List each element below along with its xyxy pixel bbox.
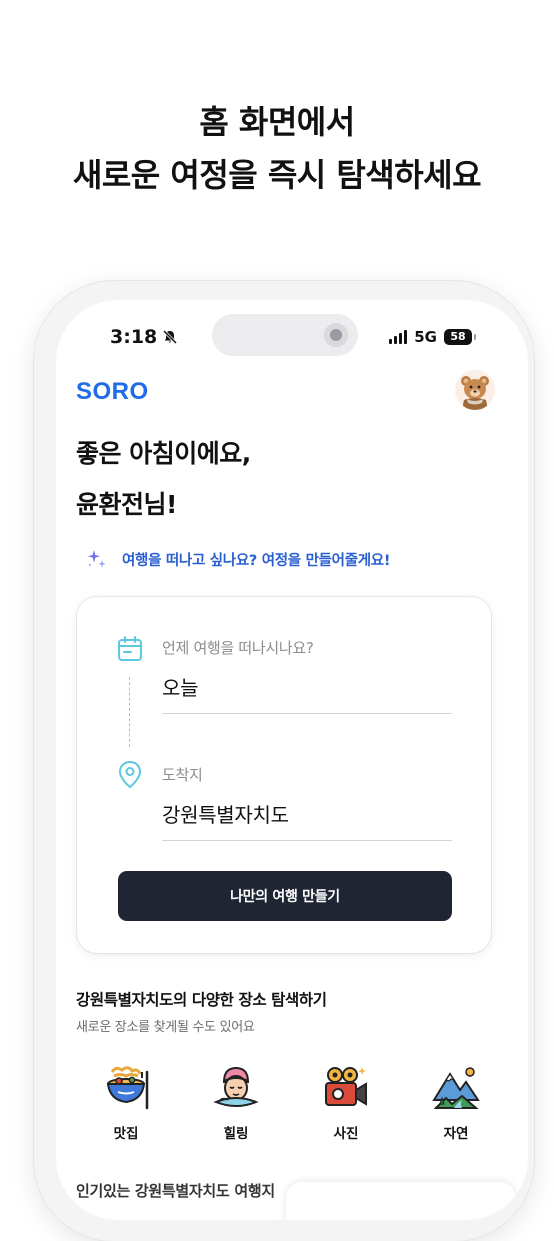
category-photo[interactable]: 사진 [296,1064,396,1142]
promo-headline-line2: 새로운 여정을 즉시 탐색하세요 [72,156,482,194]
trip-prompt-text: 여행을 떠나고 싶나요? 여정을 만들어줄게요! [122,552,391,569]
status-time: 3:18 [110,326,178,348]
bear-avatar-icon [461,376,489,410]
destination-field-label: 도착지 [162,766,203,784]
calendar-icon [118,636,142,661]
popular-destinations-title: 인기있는 강원특별자치도 여행지 [76,1182,275,1200]
promo-headline-line1: 홈 화면에서 [199,103,355,141]
spa-face-icon [213,1066,259,1107]
category-list: 맛집 힐링 사진 자연 [76,1064,506,1142]
explore-title: 강원특별자치도의 다양한 장소 탐색하기 [76,991,327,1009]
greeting-user: 윤환전님! [76,490,177,519]
category-nature-label: 자연 [443,1126,469,1142]
date-field-underline [162,713,452,714]
battery-level: 58 [450,330,466,343]
location-pin-icon [118,760,142,789]
sparkle-icon [88,550,106,568]
trip-form-card: 언제 여행을 떠나시나요? 오늘 도착지 강원특별자치도 나만의 여행 만들기 [77,597,491,953]
signal-icon [389,330,408,344]
bell-muted-icon [163,329,178,345]
date-field-label: 언제 여행을 떠나시나요? [162,639,314,657]
promo-headline: 홈 화면에서 새로운 여정을 즉시 탐색하세요 [0,96,554,202]
app-logo[interactable]: SORO [76,378,149,406]
category-nature[interactable]: 자연 [406,1064,506,1142]
camera-icon [325,1067,367,1106]
phone-screen: 3:18 5G 58 SORO 좋은 아침이에요, 윤환전님! 여행을 떠나고 … [56,300,528,1220]
greeting-line1: 좋은 아침이에요, [76,439,251,468]
destination-field-underline [162,840,452,841]
status-indicators: 5G 58 [389,328,476,346]
mountain-icon [432,1067,480,1109]
date-field[interactable]: 오늘 [162,672,199,701]
popular-destinations-card[interactable] [286,1182,516,1220]
category-photo-label: 사진 [333,1126,359,1142]
battery-icon: 58 [444,329,476,345]
route-connector-line [129,677,130,747]
category-food-label: 맛집 [113,1126,139,1142]
create-trip-button[interactable]: 나만의 여행 만들기 [118,871,452,921]
food-bowl-icon [106,1066,149,1110]
category-healing[interactable]: 힐링 [186,1064,286,1142]
category-healing-label: 힐링 [223,1126,249,1142]
front-camera-icon [324,323,348,347]
destination-field[interactable]: 강원특별자치도 [162,799,289,828]
trip-prompt: 여행을 떠나고 싶나요? 여정을 만들어줄게요! [86,548,390,570]
greeting: 좋은 아침이에요, 윤환전님! [76,428,251,530]
status-time-text: 3:18 [110,326,158,348]
dynamic-island [212,314,358,356]
network-type: 5G [414,328,437,346]
category-food[interactable]: 맛집 [76,1064,176,1142]
profile-avatar[interactable] [455,370,495,410]
explore-subtitle: 새로운 장소를 찾게될 수도 있어요 [76,1020,255,1035]
